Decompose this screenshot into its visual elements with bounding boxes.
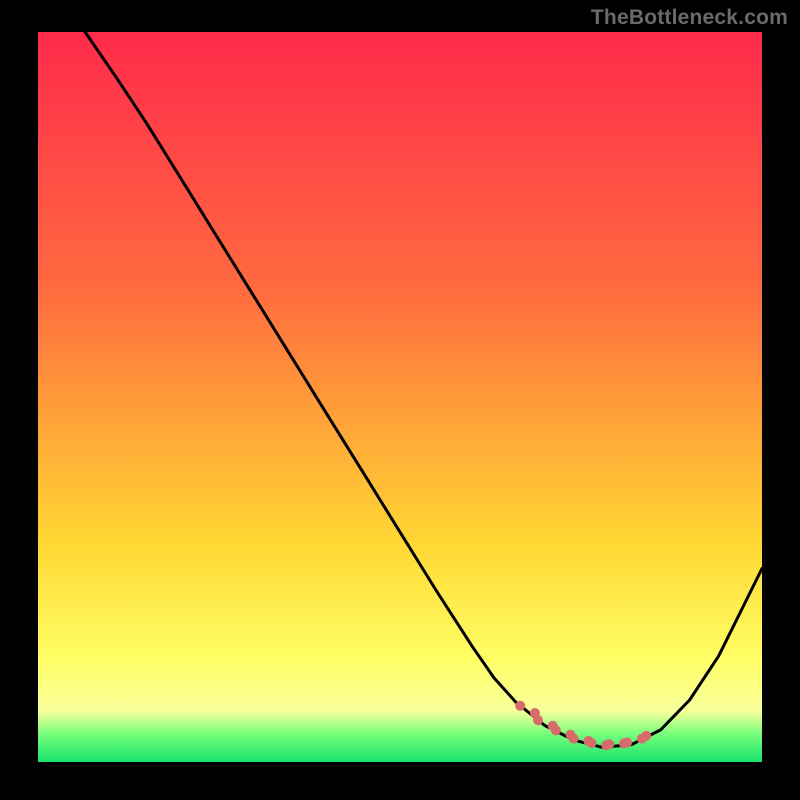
watermark-text: TheBottleneck.com bbox=[591, 6, 788, 30]
optimal-dot bbox=[569, 734, 579, 744]
optimal-dot bbox=[515, 701, 525, 711]
optimal-dot bbox=[622, 738, 632, 748]
plot-area bbox=[38, 32, 762, 762]
chart-frame: TheBottleneck.com bbox=[0, 0, 800, 800]
optimal-dot bbox=[604, 739, 614, 749]
optimal-dot bbox=[551, 725, 561, 735]
optimal-dot bbox=[641, 731, 651, 741]
optimal-dot bbox=[533, 715, 543, 725]
gradient-background bbox=[38, 32, 762, 762]
optimal-dot bbox=[587, 738, 597, 748]
chart-svg bbox=[38, 32, 762, 762]
